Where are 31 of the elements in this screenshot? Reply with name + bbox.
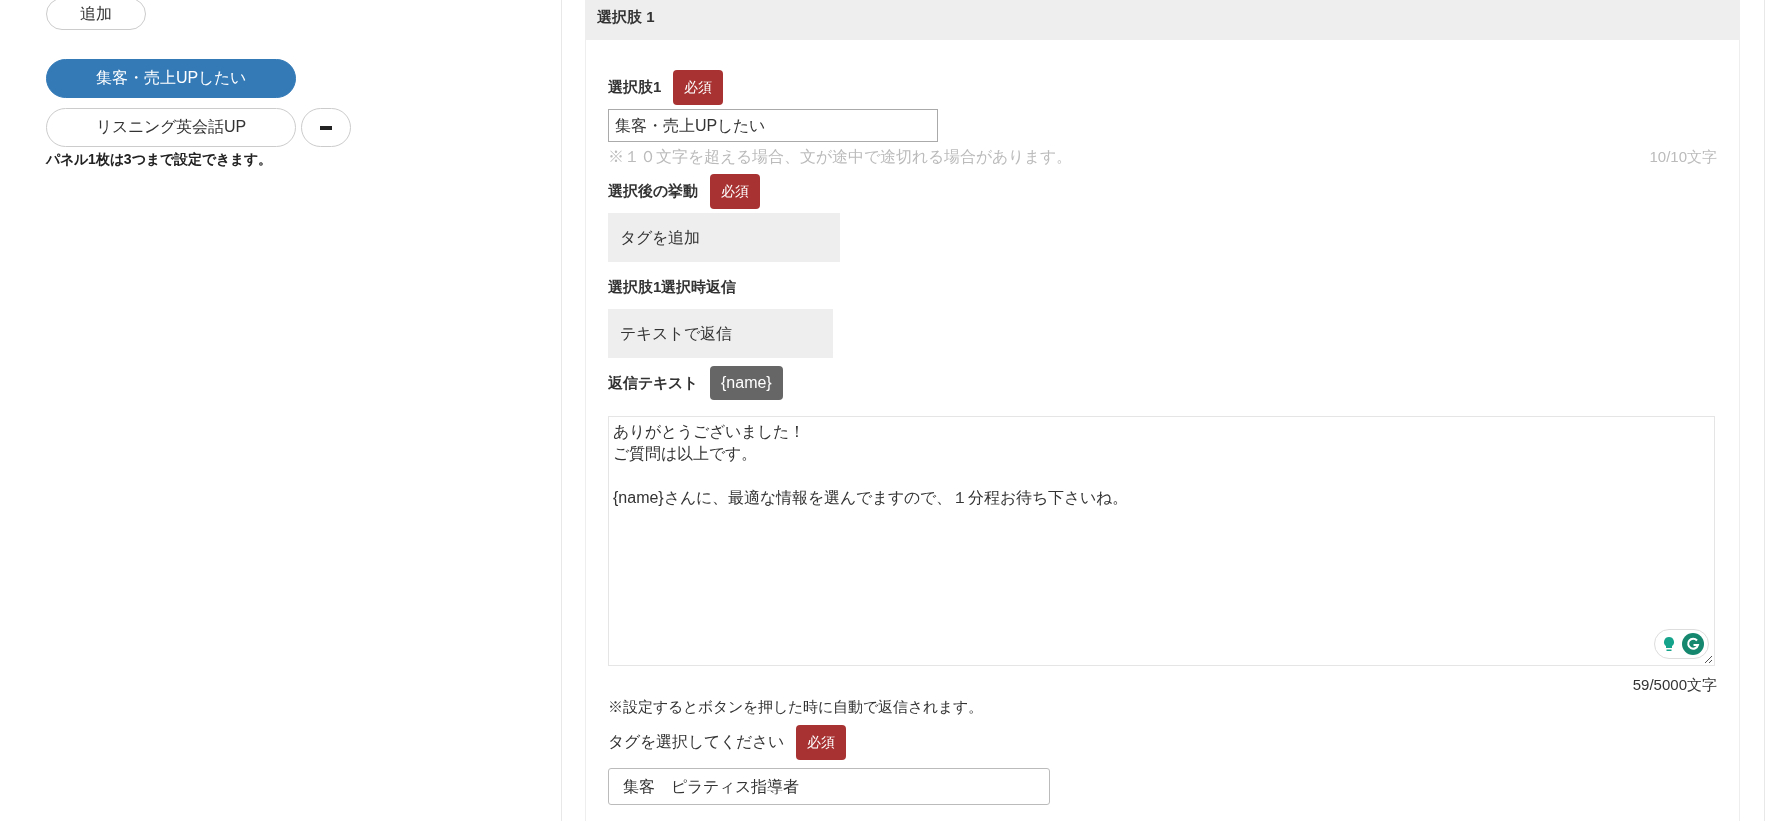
char-counter: 10/10文字 — [1649, 147, 1717, 167]
remove-button[interactable] — [301, 108, 351, 147]
reply-text-line: ありがとうございました！ — [613, 422, 806, 442]
choice-button[interactable]: 集客・売上UPしたい — [46, 59, 296, 98]
action-select[interactable]: テキストで返信 — [608, 309, 833, 358]
field-label: 選択肢1選択時返信 — [608, 277, 737, 297]
required-badge: 必須 — [710, 173, 760, 209]
reply-textarea[interactable]: ありがとうございました！ ご質問は以上です。 {name}さんに、最適な情報を選んでますので、１分程お待ち下さいね。 — [608, 416, 1715, 666]
choice-button[interactable]: リスニング英会話UP — [46, 108, 296, 147]
reply-text-line: {name}さんに、最適な情報を選んでますので、１分程お待ち下さいね。 — [613, 488, 1129, 508]
tag-select[interactable]: 集客 ピラティス指導者 — [608, 768, 1050, 805]
field-label: 返信テキスト — [608, 373, 698, 393]
add-button[interactable]: 追加 — [46, 0, 146, 30]
choice-input[interactable]: 集客・売上UPしたい — [608, 109, 938, 142]
grammarly-widget[interactable] — [1654, 629, 1709, 659]
required-badge: 必須 — [796, 724, 846, 760]
minus-icon — [320, 125, 332, 130]
limit-note: パネル1枚は3つまで設定できます。 — [46, 151, 272, 169]
required-badge: 必須 — [673, 69, 724, 105]
char-counter: 59/5000文字 — [1632, 675, 1717, 695]
field-label: タグを選択してください — [608, 731, 784, 752]
field-label: 選択肢1 — [608, 77, 662, 97]
g-logo-icon — [1682, 633, 1704, 655]
hint-text: ※１０文字を超える場合、文が途中で途切れる場合があります。 — [608, 146, 1072, 167]
section-title: 選択肢 1 — [586, 0, 1739, 40]
action-select[interactable]: タグを追加 — [608, 213, 840, 262]
name-variable-chip[interactable]: {name} — [710, 366, 783, 400]
field-label: 選択後の挙動 — [608, 181, 698, 201]
auto-reply-note: ※設定するとボタンを押した時に自動で返信されます。 — [608, 698, 984, 717]
reply-text-line: ご質問は以上です。 — [613, 444, 758, 464]
resize-handle-icon[interactable] — [1704, 655, 1713, 664]
